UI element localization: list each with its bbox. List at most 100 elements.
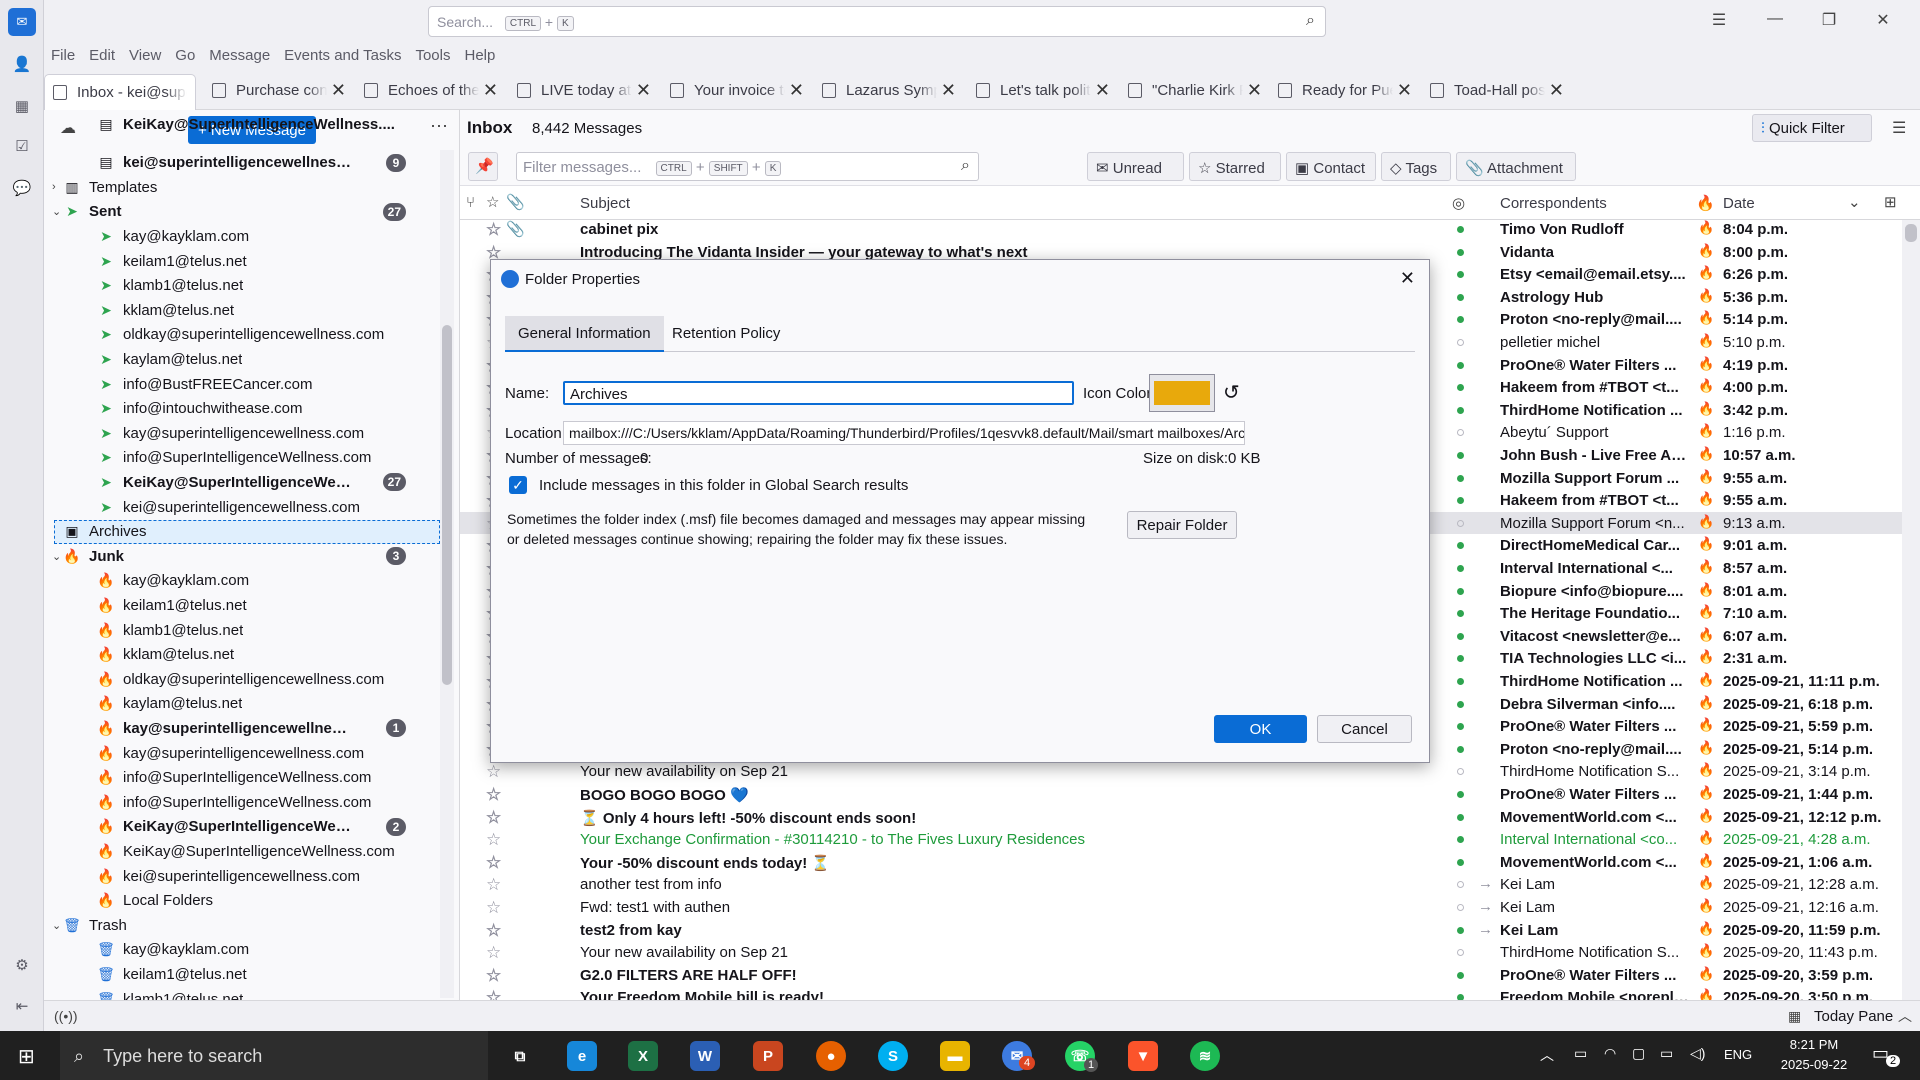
spam-icon[interactable]: 🔥 [1698, 536, 1714, 552]
spam-icon[interactable]: 🔥 [1698, 875, 1714, 891]
spam-icon[interactable]: 🔥 [1698, 898, 1714, 914]
location-field[interactable]: mailbox:///C:/Users/kklam/AppData/Roamin… [563, 421, 1245, 445]
close-tab-icon[interactable]: ✕ [789, 80, 804, 101]
task-view-icon[interactable]: ⧉ [505, 1041, 535, 1071]
close-tab-icon[interactable]: ✕ [1397, 80, 1412, 101]
spam-icon[interactable]: 🔥 [1698, 604, 1714, 620]
spam-icon[interactable]: 🔥 [1698, 446, 1714, 462]
chevron-down-icon[interactable]: ⌄ [1848, 193, 1861, 211]
column-picker-icon[interactable]: ⊞ [1884, 193, 1897, 211]
brave-icon[interactable]: ▼ [1128, 1041, 1158, 1071]
folder-item[interactable]: ⌄ 🗑 Trash [44, 913, 434, 937]
filter-starred-button[interactable]: ☆ Starred [1189, 152, 1281, 181]
spam-icon[interactable]: 🔥 [1698, 310, 1714, 326]
message-scrollbar-thumb[interactable] [1905, 224, 1917, 242]
read-status-dot[interactable] [1457, 429, 1464, 437]
folder-item[interactable]: ➤ klamb1@telus.net [44, 274, 434, 298]
read-status-dot[interactable] [1457, 587, 1464, 595]
read-status-dot[interactable] [1457, 474, 1464, 482]
folder-item[interactable]: ⌄ 🔥 Junk 3 [44, 544, 434, 568]
folder-name-input[interactable]: Archives [563, 381, 1074, 405]
tab-10[interactable]: Toad-Hall poste✕ [1422, 74, 1572, 107]
message-row[interactable]: ☆ another test from info → Kei Lam 🔥 2025-09-… [460, 873, 1902, 896]
firefox-icon[interactable]: ● [816, 1041, 846, 1071]
spam-icon[interactable]: 🔥 [1698, 988, 1714, 1000]
star-icon[interactable]: ☆ [486, 785, 501, 805]
folder-item[interactable]: ➤ info@intouchwithease.com [44, 397, 434, 421]
message-row[interactable]: ☆ 📎 cabinet pix Timo Von Rudloff 🔥 8:04 p.m. [460, 218, 1902, 241]
thread-column-icon[interactable]: ⑂ [466, 194, 475, 211]
folder-item[interactable]: 🗑 klamb1@telus.net [44, 987, 434, 1001]
message-row[interactable]: ☆ Fwd: test1 with authen → Kei Lam 🔥 2025-09-… [460, 896, 1902, 919]
spam-icon[interactable]: 🔥 [1698, 943, 1714, 959]
folder-item[interactable]: 🔥 KeiKay@SuperIntelligenceWellness.com [44, 839, 434, 863]
spam-icon[interactable]: 🔥 [1698, 966, 1714, 982]
message-row[interactable]: ☆ G2.0 FILTERS ARE HALF OFF! ProOne® Water… [460, 964, 1902, 987]
folder-item[interactable]: 🔥 Local Folders [44, 889, 434, 913]
read-status-column-icon[interactable]: ◎ [1452, 194, 1465, 212]
folder-scrollbar[interactable] [440, 150, 454, 998]
menu-message[interactable]: Message [202, 44, 277, 67]
read-status-dot[interactable] [1457, 610, 1464, 618]
folder-item[interactable]: ➤ kay@superintelligencewellness.com [44, 421, 434, 445]
folder-item[interactable]: ➤ keilam1@telus.net [44, 249, 434, 273]
spam-icon[interactable]: 🔥 [1698, 762, 1714, 778]
star-icon[interactable]: ☆ [486, 943, 501, 963]
spam-icon[interactable]: 🔥 [1698, 649, 1714, 665]
read-status-dot[interactable] [1457, 542, 1464, 550]
read-status-dot[interactable] [1457, 723, 1464, 731]
spam-icon[interactable]: 🔥 [1698, 378, 1714, 394]
read-status-dot[interactable] [1457, 791, 1464, 798]
read-status-dot[interactable] [1457, 678, 1464, 685]
language-indicator[interactable]: ENG [1724, 1047, 1752, 1062]
close-tab-icon[interactable]: ✕ [483, 80, 498, 101]
collapse-spaces-icon[interactable]: ⇤ [10, 994, 34, 1018]
repair-folder-button[interactable]: Repair Folder [1127, 511, 1237, 539]
folder-item[interactable]: ▤ kei@superintelligencewellness.com 9 [44, 151, 434, 175]
message-row[interactable]: ☆ BOGO BOGO BOGO 💙 ProOne® Water Filters .… [460, 783, 1902, 806]
read-status-dot[interactable] [1457, 926, 1464, 934]
close-tab-icon[interactable]: ✕ [1095, 80, 1110, 101]
close-tab-icon[interactable]: ✕ [636, 80, 651, 101]
spam-icon[interactable]: 🔥 [1698, 288, 1714, 304]
spam-icon[interactable]: 🔥 [1698, 559, 1714, 575]
reset-color-icon[interactable]: ↺ [1223, 380, 1240, 405]
star-icon[interactable]: ☆ [486, 875, 501, 895]
folder-item[interactable]: › ▥ Templates [44, 175, 434, 199]
read-status-dot[interactable] [1457, 316, 1464, 324]
read-status-dot[interactable] [1457, 406, 1464, 414]
icon-color-picker[interactable] [1149, 374, 1215, 412]
close-tab-icon[interactable]: ✕ [1247, 80, 1262, 101]
chevron-down-icon[interactable]: ⌄ [52, 205, 64, 218]
folder-item[interactable]: 🔥 kklam@telus.net [44, 643, 434, 667]
message-row[interactable]: ☆ Your new availability on Sep 21 ThirdHom… [460, 941, 1902, 964]
app-menu-icon[interactable]: ☰ [1704, 10, 1734, 34]
cancel-button[interactable]: Cancel [1317, 715, 1412, 743]
star-icon[interactable]: ☆ [486, 853, 501, 873]
read-status-dot[interactable] [1457, 632, 1464, 640]
display-icon[interactable]: ▢ [1632, 1045, 1645, 1062]
calendar-icon[interactable]: ▦ [10, 94, 34, 118]
read-status-dot[interactable] [1457, 226, 1464, 233]
mail-icon[interactable]: ✉ [8, 8, 36, 36]
read-status-dot[interactable] [1457, 565, 1464, 572]
folder-item[interactable]: 🔥 oldkay@superintelligencewellness.com [44, 667, 434, 691]
filter-unread-button[interactable]: ✉ Unread [1087, 152, 1184, 181]
spam-icon[interactable]: 🔥 [1698, 514, 1714, 530]
tab-retention-policy[interactable]: Retention Policy [659, 316, 793, 352]
folder-item[interactable]: ➤ kaylam@telus.net [44, 347, 434, 371]
read-status-dot[interactable] [1457, 858, 1464, 866]
tab-5[interactable]: Your invoice to M✕ [662, 74, 812, 107]
display-options-icon[interactable]: ☰ [1892, 118, 1906, 138]
skype-icon[interactable]: S [878, 1041, 908, 1071]
star-icon[interactable]: ☆ [486, 830, 501, 850]
folder-item[interactable]: 🔥 keilam1@telus.net [44, 593, 434, 617]
close-tab-icon[interactable]: ✕ [1549, 80, 1564, 101]
spam-icon[interactable]: 🔥 [1698, 695, 1714, 711]
spam-icon[interactable]: 🔥 [1698, 808, 1714, 824]
read-status-dot[interactable] [1457, 813, 1464, 821]
tab-6[interactable]: Lazarus Symposium✕ [814, 74, 964, 107]
read-status-dot[interactable] [1457, 497, 1464, 505]
filter-messages-input[interactable]: Filter messages... CTRL + SHIFT + K ⌕ [516, 152, 979, 181]
read-status-dot[interactable] [1457, 700, 1464, 708]
